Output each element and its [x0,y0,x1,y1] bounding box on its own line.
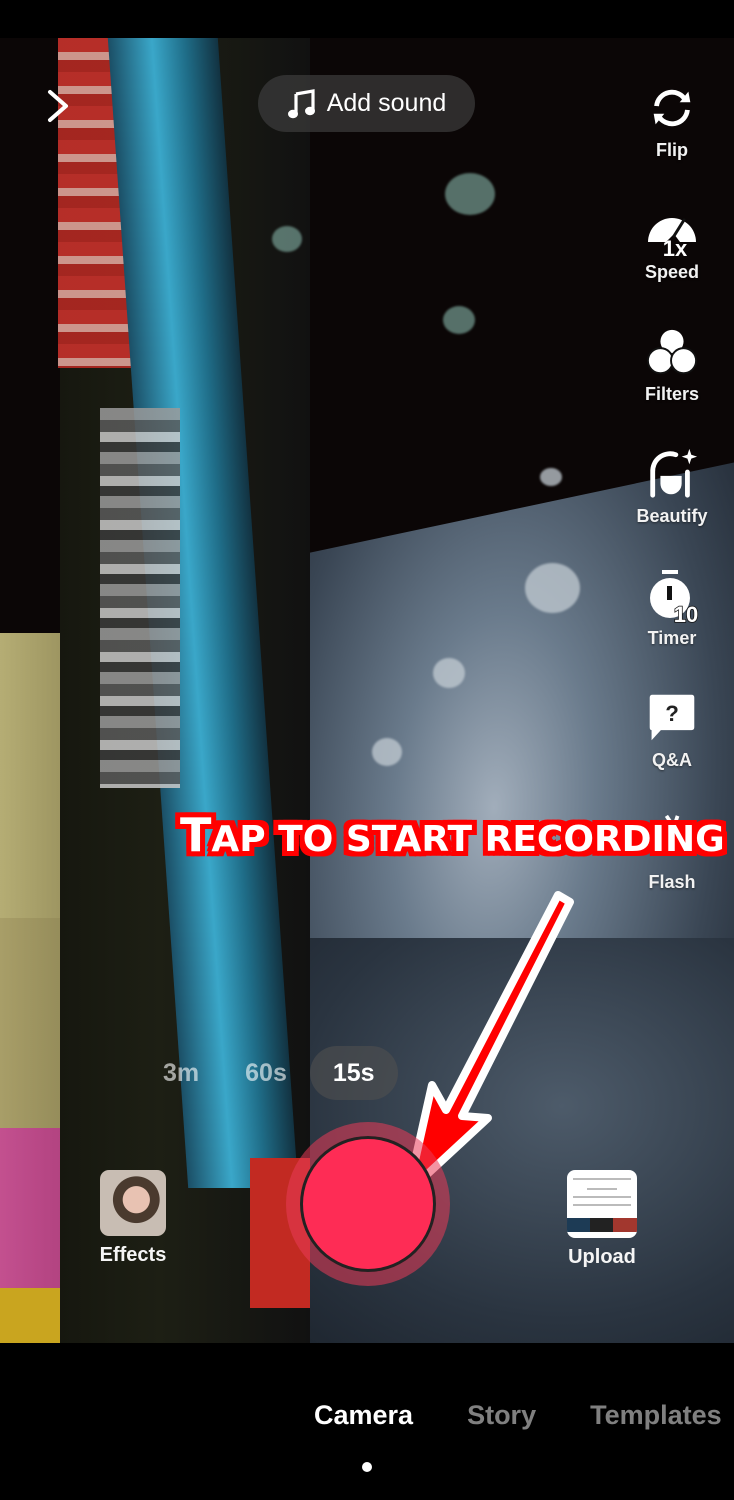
beautify-face-icon [650,448,698,498]
close-button[interactable] [44,88,74,124]
scene-bokeh [540,468,562,486]
duration-option-60s[interactable]: 60s [222,1046,310,1100]
tutorial-annotation: TAP TO START RECORDING [180,808,725,862]
filters-icon [646,329,698,375]
qa-label: Q&A [652,750,692,770]
status-bar [0,0,734,38]
beautify-label: Beautify [636,506,708,526]
speed-value: 1x [663,236,688,258]
scene-bokeh [443,306,475,334]
scene-bokeh [272,226,302,252]
timer-label: Timer [647,628,697,648]
scene-pixelated-title [100,408,180,788]
filters-button[interactable]: Filters [610,324,734,405]
chevron-right-icon [48,90,68,122]
speed-label: Speed [644,262,700,282]
effects-label: Effects [99,1244,167,1266]
flash-label: Flash [648,872,696,892]
record-button[interactable] [286,1122,450,1286]
mode-tabs: Camera Story Templates [314,1400,722,1431]
scene-bokeh [445,173,495,215]
add-sound-button[interactable]: Add sound [258,75,475,132]
speed-button[interactable]: 1x Speed [610,202,734,283]
scene-bokeh [433,658,465,688]
scene-bokeh [372,738,402,766]
beautify-button[interactable]: Beautify [610,446,734,527]
timer-icon: 10 [650,570,699,624]
active-tab-indicator [362,1462,372,1472]
flip-label: Flip [656,140,688,160]
svg-text:?: ? [665,701,679,726]
flip-camera-icon [653,89,691,127]
tab-camera[interactable]: Camera [314,1400,413,1431]
timer-value: 10 [674,602,698,624]
music-note-icon [287,88,315,118]
duration-option-3m[interactable]: 3m [140,1046,222,1100]
upload-thumbnail [567,1170,637,1238]
effects-button[interactable]: Effects [96,1170,170,1267]
filters-label: Filters [644,384,700,404]
add-sound-label: Add sound [326,89,447,117]
scene-bokeh [525,563,580,613]
tab-story[interactable]: Story [467,1400,536,1431]
question-bubble-icon: ? [649,694,695,741]
speedometer-icon: 1x [648,218,696,258]
duration-selector: 3m 60s 15s [140,1046,398,1100]
effects-thumbnail [100,1170,166,1236]
duration-option-15s[interactable]: 15s [309,1046,398,1100]
qa-button[interactable]: ? Q&A [610,690,734,771]
annotation-first-letter: T [180,808,212,862]
annotation-text: AP TO START RECORDING [211,819,725,860]
upload-button[interactable]: Upload [564,1170,640,1269]
timer-button[interactable]: 10 Timer [610,568,734,649]
record-button-inner [300,1136,436,1272]
upload-label: Upload [568,1246,636,1268]
flip-button[interactable]: Flip [610,80,734,161]
tab-templates[interactable]: Templates [590,1400,722,1431]
